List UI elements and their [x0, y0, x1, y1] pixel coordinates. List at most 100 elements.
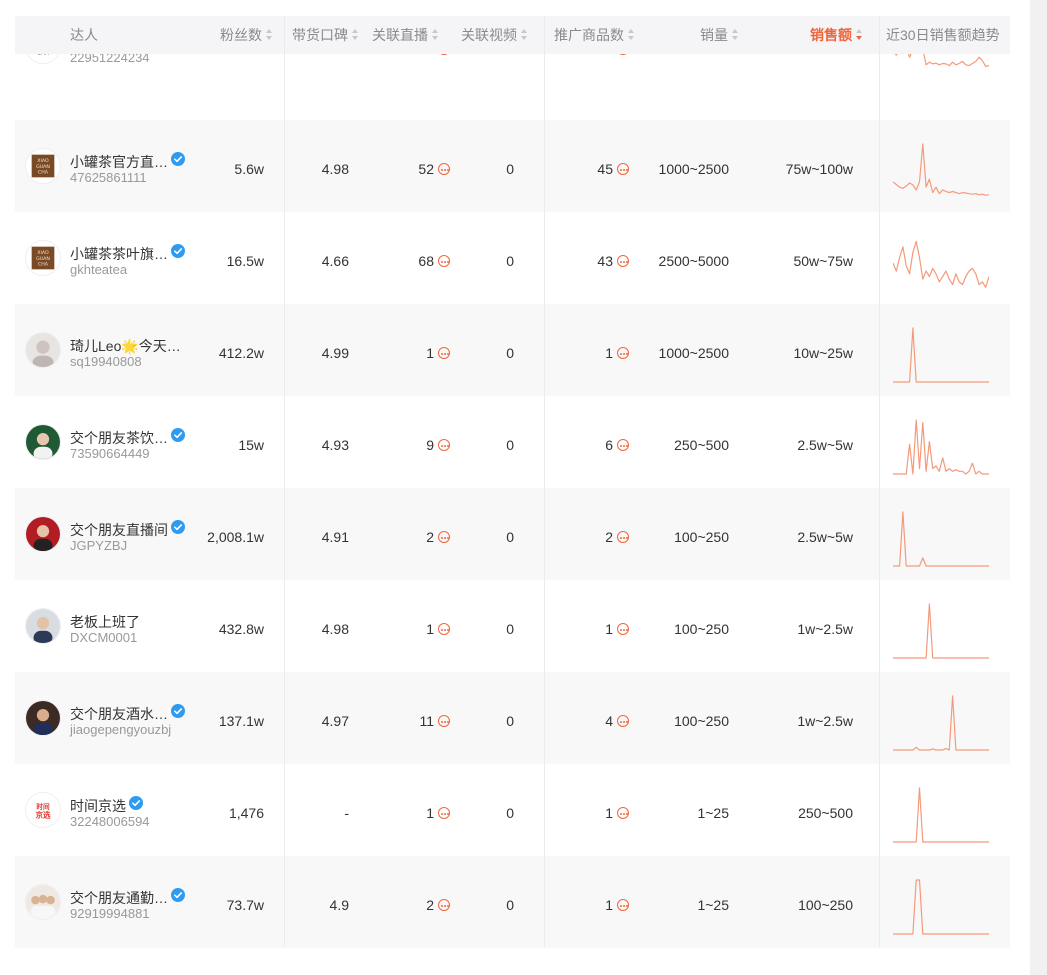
live-count-value[interactable]: 2 [426, 897, 434, 913]
col-reputation[interactable]: 带货口碑 [292, 16, 358, 54]
table-header: 达人 粉丝数 带货口碑 关联直播 关联视频 推广商品数 销量 销售额 近30日销… [15, 16, 1010, 54]
talent-name[interactable]: 老板上班了 [70, 612, 140, 632]
products-count-value[interactable]: 1 [605, 345, 613, 361]
talent-name[interactable]: 交个朋友茶饮… [70, 428, 168, 448]
avatar[interactable] [25, 516, 61, 552]
avatar[interactable] [25, 884, 61, 920]
talent-id: JGPYZBJ [70, 538, 128, 553]
talent-name[interactable]: 交个朋友酒水… [70, 704, 168, 724]
reputation-score: 4.93 [321, 437, 349, 453]
reputation-score: 4.98 [321, 161, 349, 177]
live-count: 9 [426, 437, 450, 453]
more-dots-icon[interactable] [438, 715, 450, 728]
products-count-value[interactable]: 4 [605, 713, 613, 729]
column-divider [879, 16, 880, 947]
live-count-value[interactable]: 52 [418, 161, 434, 177]
more-dots-icon[interactable] [438, 807, 450, 820]
sales-trend-sparkline[interactable] [893, 508, 991, 568]
sales-trend-sparkline[interactable] [893, 416, 991, 476]
avatar[interactable] [25, 700, 61, 736]
sales-trend-sparkline[interactable] [892, 232, 991, 292]
products-count-value[interactable]: 2 [605, 529, 613, 545]
avatar[interactable]: XIAOGUANCHA [25, 240, 61, 276]
products-count-value[interactable]: 1 [605, 805, 613, 821]
table-row[interactable]: 交个朋友茶饮… 73590664449 15w 4.93 9 0 6 250~500 2.5w~… [15, 396, 1010, 488]
products-count-value[interactable]: 6 [605, 437, 613, 453]
more-dots-icon[interactable] [617, 623, 629, 636]
sales-trend-sparkline[interactable] [893, 784, 991, 844]
talent-name[interactable]: 小罐茶官方直… [70, 152, 168, 172]
more-dots-icon[interactable] [438, 531, 450, 544]
more-dots-icon[interactable] [617, 347, 629, 360]
verified-badge-icon [171, 428, 185, 442]
sort-icon[interactable] [521, 29, 527, 41]
table-row[interactable]: 琦儿Leo🌟今天… sq19940808 412.2w 4.99 1 0 1 1000~250… [15, 304, 1010, 396]
avatar[interactable]: XIAOGUANCHA [25, 148, 61, 184]
reputation-score: 4.97 [321, 713, 349, 729]
table-row[interactable]: 交个朋友酒水… jiaogepengyouzbj 137.1w 4.97 11 0 4 100… [15, 672, 1010, 764]
verified-badge-icon [171, 704, 185, 718]
live-count-value[interactable]: 2 [426, 529, 434, 545]
more-dots-icon[interactable] [617, 163, 629, 176]
more-dots-icon[interactable] [617, 807, 629, 820]
table-row[interactable]: 交个朋友直播间 JGPYZBJ 2,008.1w 4.91 2 0 2 100~250 2.5w… [15, 488, 1010, 580]
sales-trend-sparkline[interactable] [892, 140, 991, 200]
products-count: 1 [605, 621, 629, 637]
sort-icon[interactable] [266, 29, 272, 41]
sales-trend-sparkline[interactable] [893, 692, 991, 752]
table-row[interactable]: XIAO GUAN CHA 小罐茶官方直… 47625861111 5.6w 4.98 52 0… [15, 120, 1010, 212]
sort-icon[interactable] [352, 29, 358, 41]
more-dots-icon[interactable] [617, 255, 629, 268]
table-row[interactable]: 时间 京选 时间京选 32248006594 1,476-1 0 1 1~25 250~500 [15, 764, 1010, 856]
sort-icon[interactable] [628, 29, 634, 41]
col-sales-volume[interactable]: 销量 [700, 16, 738, 54]
talent-name[interactable]: 时间京选 [70, 796, 126, 816]
products-count-value[interactable]: 43 [597, 253, 613, 269]
more-dots-icon[interactable] [438, 255, 450, 268]
products-count-value[interactable]: 45 [597, 161, 613, 177]
live-count-value[interactable]: 9 [426, 437, 434, 453]
products-count-value[interactable]: 1 [605, 897, 613, 913]
table-row[interactable]: 交个朋友通勤… 92919994881 73.7w 4.9 2 0 1 1~25 100~250 [15, 856, 1010, 948]
col-fans[interactable]: 粉丝数 [220, 16, 272, 54]
products-count: 43 [597, 253, 629, 269]
more-dots-icon[interactable] [438, 439, 450, 452]
table-row[interactable]: 老板上班了 DXCM0001 432.8w 4.98 1 0 1 100~250 1w~2.5w [15, 580, 1010, 672]
talent-name[interactable]: 琦儿Leo🌟今天… [70, 336, 181, 356]
sort-icon[interactable] [432, 29, 438, 41]
fans-count: 16.5w [226, 253, 264, 269]
live-count-value[interactable]: 1 [426, 621, 434, 637]
live-count-value[interactable]: 11 [419, 713, 434, 729]
sales-volume: 250~500 [674, 437, 729, 453]
live-count-value[interactable]: 1 [426, 805, 434, 821]
talent-name[interactable]: 交个朋友通勤… [70, 888, 168, 908]
sales-trend-sparkline[interactable] [893, 876, 991, 936]
more-dots-icon[interactable] [438, 899, 450, 912]
more-dots-icon[interactable] [438, 347, 450, 360]
col-live[interactable]: 关联直播 [372, 16, 438, 54]
sales-trend-sparkline[interactable] [893, 600, 991, 660]
more-dots-icon[interactable] [617, 531, 629, 544]
more-dots-icon[interactable] [617, 439, 629, 452]
sales-trend-sparkline[interactable] [893, 324, 991, 384]
sort-desc-icon[interactable] [856, 29, 862, 41]
talent-name[interactable]: 交个朋友直播间 [70, 520, 168, 540]
products-count-value[interactable]: 1 [605, 621, 613, 637]
vertical-scrollbar[interactable] [1030, 0, 1047, 975]
avatar[interactable]: 时间 京选 [25, 792, 61, 828]
more-dots-icon[interactable] [438, 163, 450, 176]
more-dots-icon[interactable] [617, 715, 629, 728]
table-row[interactable]: XIAO GUAN CHA 小罐茶茶叶旗… gkhteatea 16.5w 4.66 68 0 4… [15, 212, 1010, 304]
live-count-value[interactable]: 68 [418, 253, 434, 269]
col-video[interactable]: 关联视频 [461, 16, 527, 54]
live-count-value[interactable]: 1 [426, 345, 434, 361]
col-products[interactable]: 推广商品数 [554, 16, 634, 54]
avatar[interactable] [25, 424, 61, 460]
talent-name[interactable]: 小罐茶茶叶旗… [70, 244, 168, 264]
avatar[interactable] [25, 332, 61, 368]
more-dots-icon[interactable] [617, 899, 629, 912]
sort-icon[interactable] [732, 29, 738, 41]
avatar[interactable] [25, 608, 61, 644]
more-dots-icon[interactable] [438, 623, 450, 636]
col-sales-amount[interactable]: 销售额 [810, 16, 862, 54]
